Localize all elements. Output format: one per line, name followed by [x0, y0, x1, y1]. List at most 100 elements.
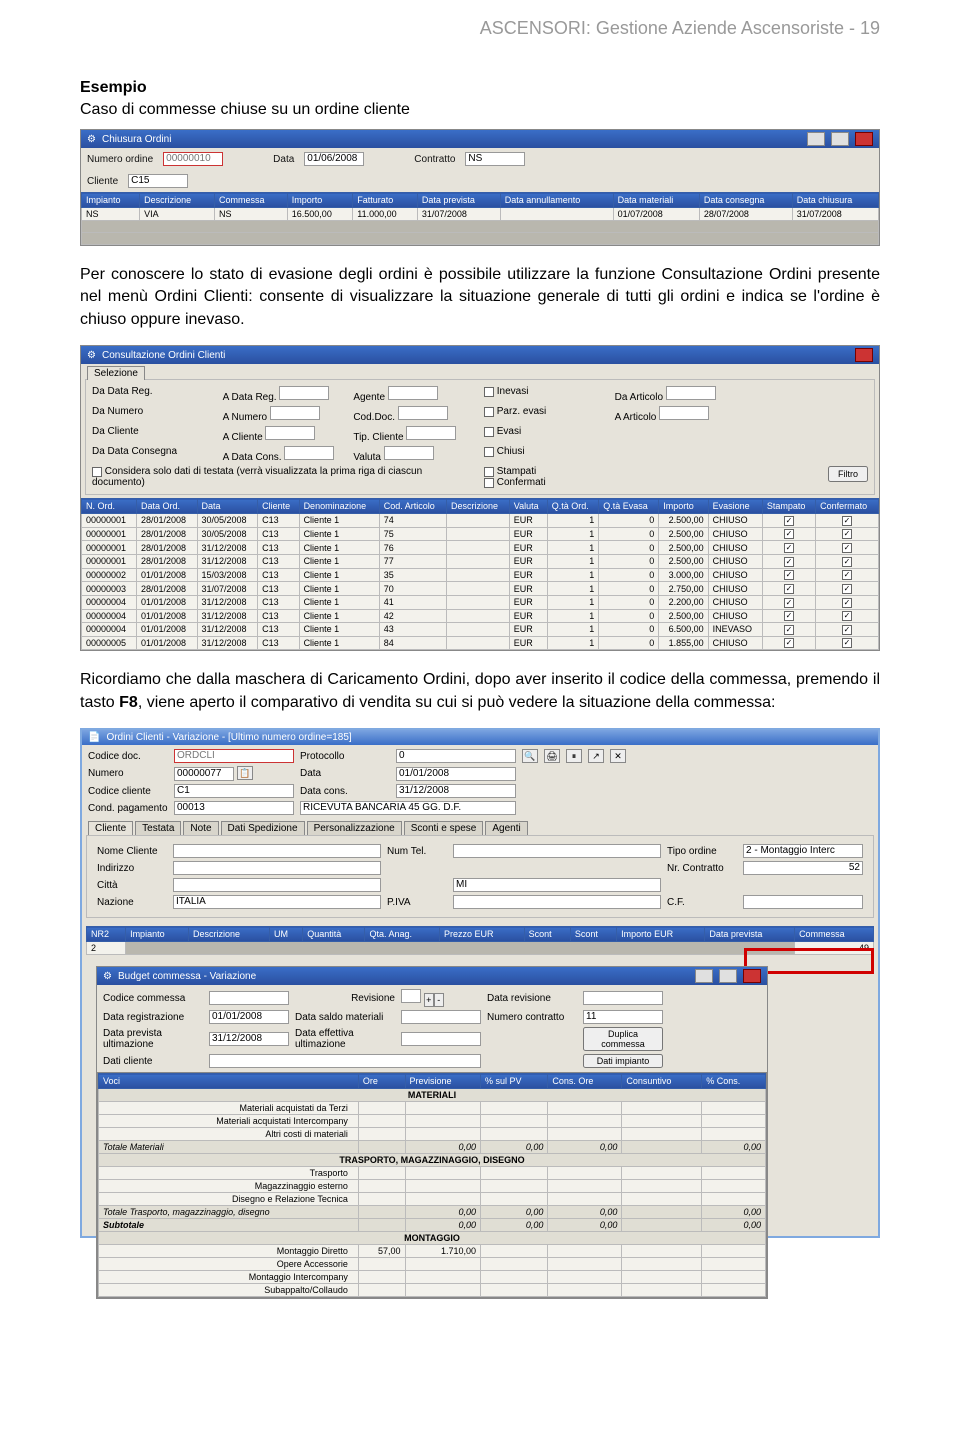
tab-dati-spedizione[interactable]: Dati Spedizione: [221, 821, 305, 835]
nome-cliente-field[interactable]: [173, 844, 381, 858]
nr-contratto-field[interactable]: 52: [743, 861, 863, 875]
data-saldo-field[interactable]: [401, 1010, 481, 1024]
col-header: Commessa: [214, 193, 287, 208]
tip-cliente-field[interactable]: [406, 426, 456, 440]
table-row[interactable]: 0000000128/01/200830/05/2008C13Cliente 1…: [82, 514, 879, 528]
stampati-checkbox[interactable]: [484, 467, 494, 477]
cell: [762, 595, 815, 609]
data-cons-field[interactable]: 31/12/2008: [396, 784, 516, 798]
duplica-commessa-button[interactable]: Duplica commessa: [583, 1027, 663, 1051]
table-row[interactable]: 0000000128/01/200830/05/2008C13Cliente 1…: [82, 527, 879, 541]
contratto-field[interactable]: NS: [465, 152, 525, 166]
table-row[interactable]: 0000000328/01/200831/07/2008C13Cliente 1…: [82, 582, 879, 596]
print-icon[interactable]: 🖨: [544, 749, 560, 763]
table-row[interactable]: 0000000128/01/200831/12/2008C13Cliente 1…: [82, 541, 879, 555]
close-button[interactable]: [743, 969, 761, 983]
a-data-cons-field[interactable]: [284, 446, 334, 460]
cell: 28/01/2008: [136, 541, 197, 555]
down-icon[interactable]: -: [434, 993, 444, 1007]
col-header: Data prevista: [705, 927, 795, 942]
minimize-button[interactable]: [807, 132, 825, 146]
cell: EUR: [509, 568, 547, 582]
numero-ordine-field[interactable]: 00000010: [163, 152, 223, 166]
prov-field[interactable]: MI: [453, 878, 661, 892]
dati-impianto-button[interactable]: Dati impianto: [583, 1054, 663, 1068]
tab-note[interactable]: Note: [183, 821, 218, 835]
close-button[interactable]: [855, 348, 873, 362]
data-prev-field[interactable]: 31/12/2008: [209, 1032, 289, 1046]
dati-cliente-field[interactable]: [209, 1054, 481, 1068]
data-field[interactable]: 01/06/2008: [304, 152, 364, 166]
cod-doc-field[interactable]: [398, 406, 448, 420]
table-row[interactable]: 0000000201/01/200815/03/2008C13Cliente 1…: [82, 568, 879, 582]
num-contr-field[interactable]: 11: [583, 1010, 663, 1024]
cell: [447, 555, 510, 569]
share-icon[interactable]: ↗: [588, 749, 604, 763]
table-row[interactable]: 0000000401/01/200831/12/2008C13Cliente 1…: [82, 595, 879, 609]
chiusi-checkbox[interactable]: [484, 447, 494, 457]
codice-commessa-field[interactable]: [209, 991, 289, 1005]
maximize-button[interactable]: [831, 132, 849, 146]
citta-field[interactable]: [173, 878, 381, 892]
data-rev-field[interactable]: [583, 991, 663, 1005]
protocollo-field[interactable]: 0: [396, 749, 516, 763]
piva-field[interactable]: [453, 895, 661, 909]
delete-icon[interactable]: ✕: [610, 749, 626, 763]
cond-pag-field[interactable]: 00013: [174, 801, 294, 815]
maximize-button[interactable]: [719, 969, 737, 983]
up-icon[interactable]: +: [424, 993, 434, 1007]
cell: C13: [258, 636, 299, 650]
a-numero-field[interactable]: [270, 406, 320, 420]
tab-personalizzazione[interactable]: Personalizzazione: [307, 821, 402, 835]
table-row[interactable]: 0000000401/01/200831/12/2008C13Cliente 1…: [82, 609, 879, 623]
confermati-checkbox[interactable]: [484, 478, 494, 488]
pause-icon[interactable]: ⏸: [566, 749, 582, 763]
data-eff-field[interactable]: [401, 1032, 481, 1046]
codice-cliente-field[interactable]: C1: [174, 784, 294, 798]
cliente-field[interactable]: C15: [128, 174, 188, 188]
num-tel-field[interactable]: [453, 844, 661, 858]
tab-selezione[interactable]: Selezione: [87, 366, 145, 380]
minimize-button[interactable]: [695, 969, 713, 983]
inevasi-checkbox[interactable]: [484, 387, 494, 397]
checkbox-icon: [784, 625, 794, 635]
cf-field[interactable]: [743, 895, 863, 909]
a-cliente-field[interactable]: [265, 426, 315, 440]
filtro-button[interactable]: Filtro: [828, 466, 868, 482]
table-row[interactable]: 0000000128/01/200831/12/2008C13Cliente 1…: [82, 555, 879, 569]
search-icon[interactable]: 🔍: [522, 749, 538, 763]
table-row[interactable]: 0000000401/01/200831/12/2008C13Cliente 1…: [82, 623, 879, 637]
checkbox-icon: [842, 625, 852, 635]
tipo-ordine-field[interactable]: 2 - Montaggio Interc: [743, 844, 863, 858]
data-field[interactable]: 01/01/2008: [396, 767, 516, 781]
cell: 00000003: [82, 582, 137, 596]
valuta-field[interactable]: [384, 446, 434, 460]
revisione-field[interactable]: [401, 989, 421, 1003]
tab-cliente[interactable]: Cliente: [88, 821, 133, 835]
evasi-checkbox[interactable]: [484, 427, 494, 437]
tab-testata[interactable]: Testata: [135, 821, 181, 835]
indirizzo-field[interactable]: [173, 861, 381, 875]
budget-row: Totale Trasporto, magazzinaggio, disegno…: [99, 1206, 766, 1219]
tab-sconti-e-spese[interactable]: Sconti e spese: [404, 821, 484, 835]
close-button[interactable]: [855, 132, 873, 146]
table-row[interactable]: 0000000501/01/200831/12/2008C13Cliente 1…: [82, 636, 879, 650]
nazione-field[interactable]: ITALIA: [173, 895, 381, 909]
copy-icon[interactable]: 📋: [237, 766, 253, 780]
a-data-reg-field[interactable]: [279, 386, 329, 400]
considera-checkbox[interactable]: [92, 467, 102, 477]
a-articolo-field[interactable]: [659, 406, 709, 420]
codice-doc-field[interactable]: ORDCLI: [174, 749, 294, 763]
cell: 2.500,00: [659, 555, 708, 569]
tab-agenti[interactable]: Agenti: [485, 821, 527, 835]
prose-2: Ricordiamo che dalla maschera di Caricam…: [80, 669, 880, 714]
gear-icon: ⚙: [103, 971, 112, 982]
cell: [816, 609, 879, 623]
parz-evasi-checkbox[interactable]: [484, 407, 494, 417]
numero-field[interactable]: 00000077: [174, 767, 234, 781]
agente-field[interactable]: [388, 386, 438, 400]
chiusi-label: Chiusi: [497, 446, 525, 457]
cell: 76: [379, 541, 446, 555]
data-reg-field[interactable]: 01/01/2008: [209, 1010, 289, 1024]
da-articolo-field[interactable]: [666, 386, 716, 400]
